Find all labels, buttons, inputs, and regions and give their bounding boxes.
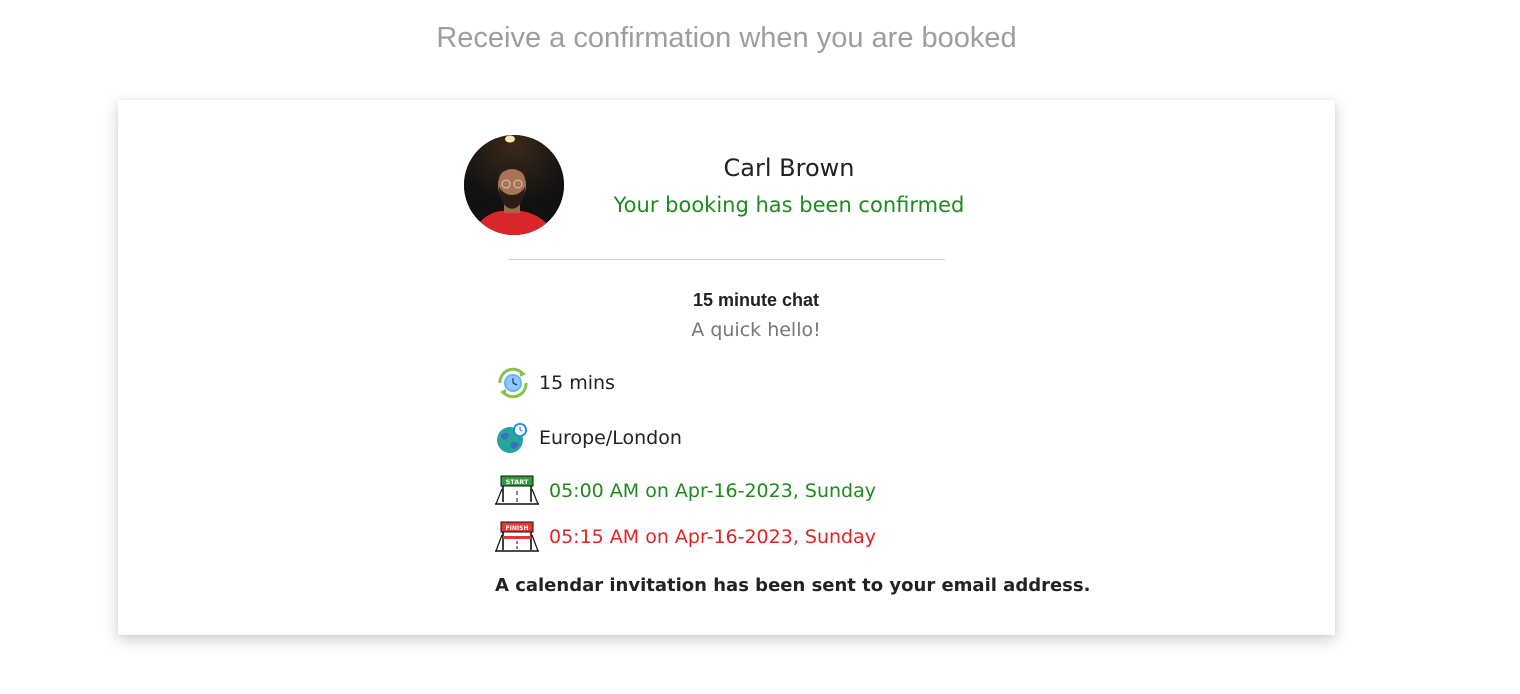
finish-sign-text: FINISH (506, 525, 529, 532)
host-avatar (464, 135, 564, 235)
page: Receive a confirmation when you are book… (0, 0, 1520, 694)
start-sign-text: START (506, 478, 529, 486)
page-headline: Receive a confirmation when you are book… (436, 22, 1017, 54)
calendar-invite-note: A calendar invitation has been sent to y… (495, 575, 1091, 596)
finish-banner-icon: FINISH (494, 520, 540, 554)
clock-cycle-icon (495, 365, 531, 401)
event-title: 15 minute chat (692, 290, 820, 310)
start-time-text: 05:00 AM on Apr-16-2023, Sunday (549, 480, 876, 502)
booking-status: Your booking has been confirmed (613, 193, 965, 217)
duration-text: 15 mins (539, 372, 615, 394)
finish-time-text: 05:15 AM on Apr-16-2023, Sunday (549, 526, 876, 548)
duration-row: 15 mins (495, 365, 615, 401)
timezone-text: Europe/London (539, 427, 682, 449)
timezone-row: Europe/London (495, 421, 682, 455)
start-banner-icon: START (494, 475, 540, 507)
divider (508, 259, 945, 260)
host-name: Carl Brown (723, 154, 855, 182)
booking-confirmation-card: Carl Brown Your booking has been confirm… (118, 100, 1335, 635)
globe-clock-icon (495, 421, 529, 455)
finish-row: FINISH 05:15 AM on Apr-16-2023, Sunday (494, 520, 876, 554)
event-description: A quick hello! (691, 319, 821, 341)
start-row: START 05:00 AM on Apr-16-2023, Sunday (494, 475, 876, 507)
